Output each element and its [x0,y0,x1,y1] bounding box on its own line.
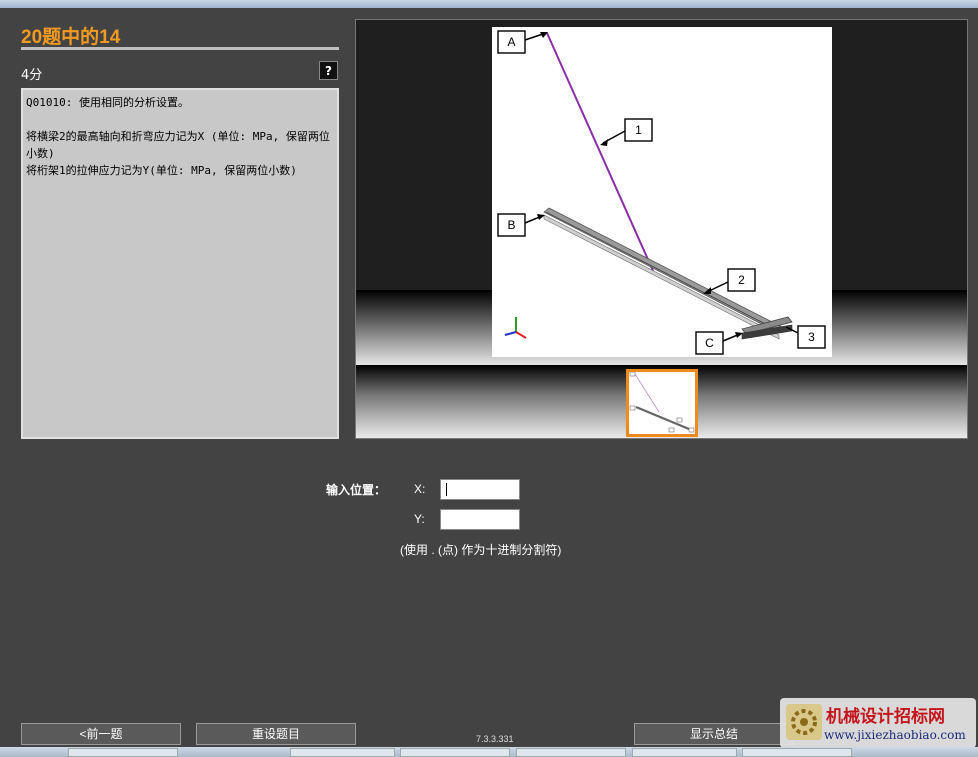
input-position-label: 输入位置： [326,483,387,497]
x-answer-input[interactable] [440,479,520,500]
y-answer-input[interactable] [440,509,520,530]
question-points: 4分 [21,68,43,83]
label-B-text: B [507,218,515,232]
taskbar-item[interactable] [400,748,510,757]
version-text: 7.3.3.331 [476,734,514,744]
show-summary-button[interactable]: 显示总结 [634,723,794,745]
question-text-panel: Q01010: 使用相同的分析设置。 将横梁2的最高轴向和折弯应力记为X (单位… [21,88,339,439]
x-field-label: X: [414,482,426,496]
question-paragraph-2: 将横梁2的最高轴向和折弯应力记为X (单位: MPa, 保留两位小数) 将桁架1… [26,130,330,177]
watermark-site-name: 机械设计招标网 [826,707,945,727]
y-field-label: Y: [414,512,425,526]
taskbar-item[interactable] [516,748,626,757]
question-paragraph-1: Q01010: 使用相同的分析设置。 [26,96,189,109]
watermark: 机械设计招标网 www.jixiezhaobiao.com [780,698,976,748]
truss-beam-diagram: A 1 B 2 3 C [492,27,832,357]
taskbar-item[interactable] [632,748,737,757]
decimal-separator-hint: (使用 . (点) 作为十进制分割符) [400,543,562,557]
label-2-text: 2 [738,273,745,287]
label-3-text: 3 [808,330,815,344]
figure-viewer: A 1 B 2 3 C [355,19,968,439]
title-divider [21,47,339,50]
figure-thumbnail[interactable] [626,369,698,437]
label-A-text: A [507,35,515,49]
question-counter-title: 20题中的14 [21,27,121,48]
taskbar-item[interactable] [290,748,395,757]
reset-question-button[interactable]: 重设题目 [196,723,356,745]
label-1-text: 1 [635,123,642,137]
question-spacer [26,111,334,128]
taskbar-item[interactable] [742,748,852,757]
previous-question-button[interactable]: <前一题 [21,723,181,745]
watermark-logo-icon [786,704,822,740]
help-button[interactable]: ? [319,61,338,80]
taskbar-item[interactable] [68,748,178,757]
watermark-url: www.jixiezhaobiao.com [824,728,966,742]
label-C-text: C [705,336,714,350]
window-top-strip [0,0,978,8]
